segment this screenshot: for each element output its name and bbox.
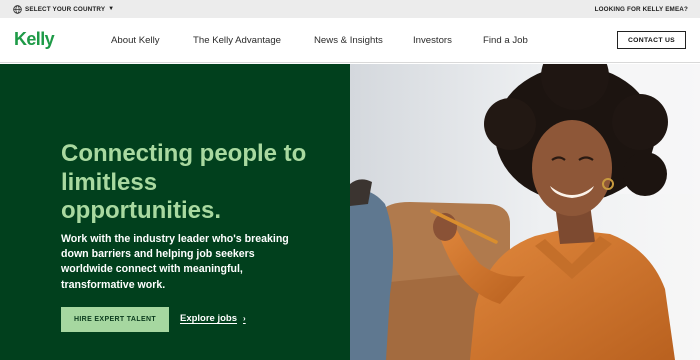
- explore-jobs-label: Explore jobs: [180, 313, 238, 324]
- utility-bar: SELECT YOUR COUNTRY ▼ LOOKING FOR KELLY …: [0, 0, 700, 18]
- country-selector-label: SELECT YOUR COUNTRY: [25, 5, 106, 13]
- hero-panel: Connecting people to limitless opportuni…: [0, 64, 350, 360]
- contact-us-button[interactable]: CONTACT US: [617, 31, 686, 49]
- nav-item-kelly-advantage[interactable]: The Kelly Advantage: [193, 35, 281, 46]
- explore-jobs-link[interactable]: Explore jobs ›: [180, 313, 246, 324]
- hero-title: Connecting people to limitless opportuni…: [61, 140, 307, 224]
- caret-down-icon: ▼: [108, 6, 115, 12]
- globe-icon: [13, 4, 22, 14]
- emea-link[interactable]: LOOKING FOR KELLY EMEA?: [595, 6, 688, 13]
- hire-expert-talent-button[interactable]: HIRE EXPERT TALENT: [61, 307, 169, 332]
- hero-photo: [350, 64, 700, 360]
- chevron-right-icon: ›: [243, 314, 246, 323]
- nav-item-about-kelly[interactable]: About Kelly: [111, 35, 160, 46]
- country-selector[interactable]: SELECT YOUR COUNTRY ▼: [13, 4, 115, 14]
- nav-item-find-a-job[interactable]: Find a Job: [483, 35, 528, 46]
- hero-description: Work with the industry leader who's brea…: [61, 233, 289, 291]
- nav-item-news-insights[interactable]: News & Insights: [314, 35, 383, 46]
- main-nav: About Kelly The Kelly Advantage News & I…: [0, 18, 700, 63]
- site-header: Kelly About Kelly The Kelly Advantage Ne…: [0, 18, 700, 63]
- nav-item-investors[interactable]: Investors: [413, 35, 452, 46]
